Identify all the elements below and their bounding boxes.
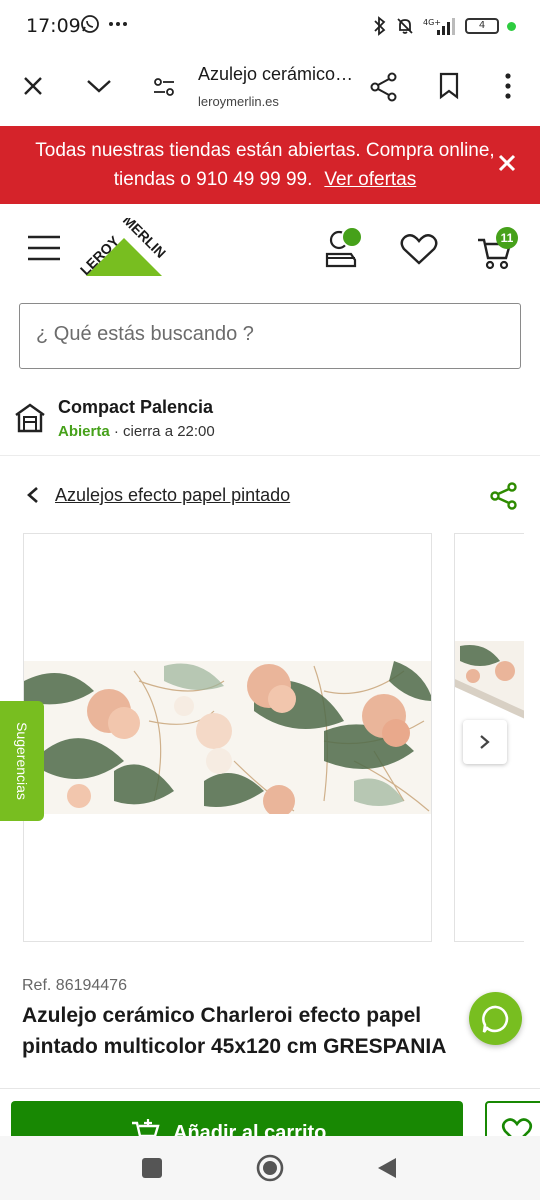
privacy-indicator-dot <box>507 21 516 31</box>
leroy-merlin-logo[interactable]: LEROY MERLIN <box>78 218 170 280</box>
chevron-down-icon[interactable] <box>86 78 112 94</box>
product-tile-image-angle <box>455 641 524 719</box>
browser-toolbar: Azulejo cerámico… leroymerlin.es <box>0 54 540 126</box>
promo-banner: Todas nuestras tiendas están abiertas. C… <box>0 126 540 204</box>
status-time: 17:09 <box>26 15 81 37</box>
bookmark-icon[interactable] <box>438 72 460 100</box>
tab-domain[interactable]: leroymerlin.es <box>198 94 279 109</box>
favorite-heart-icon <box>501 1118 533 1136</box>
store-name: Compact Palencia <box>58 397 214 417</box>
recent-apps-icon[interactable] <box>142 1158 162 1178</box>
account-button[interactable] <box>324 226 364 270</box>
promo-text: Todas nuestras tiendas están abiertas. C… <box>30 136 500 194</box>
store-icon <box>15 403 45 433</box>
chat-bubble-icon <box>482 1005 509 1033</box>
gallery-next-button[interactable] <box>463 720 507 764</box>
heart-icon[interactable] <box>400 233 438 265</box>
store-open-status: Abierta <box>58 423 110 440</box>
battery-icon: 4 <box>465 18 499 34</box>
breadcrumb[interactable]: Azulejos efecto papel pintado <box>55 485 290 506</box>
more-dots-icon <box>109 22 127 26</box>
store-hours: · cierra a 22:00 <box>109 423 215 440</box>
sugerencias-tab[interactable]: Sugerencias <box>0 701 44 821</box>
mute-bell-icon <box>397 18 413 34</box>
add-to-cart-label: Añadir al carrito <box>173 1122 327 1136</box>
share-product-icon[interactable] <box>490 482 518 510</box>
close-tab-icon[interactable] <box>23 76 43 96</box>
status-notification-icons <box>80 14 128 34</box>
hamburger-menu-icon[interactable] <box>27 234 61 262</box>
chevron-right-icon <box>480 735 490 749</box>
status-system-icons: 4G+ 4 <box>373 16 516 36</box>
product-title: Azulejo cerámico Charleroi efecto papel … <box>22 1000 522 1062</box>
close-icon[interactable] <box>496 152 518 174</box>
account-status-dot <box>341 226 363 248</box>
add-to-cart-bar: Añadir al carrito <box>0 1088 540 1136</box>
search-placeholder: ¿ Qué estás buscando ? <box>36 323 254 345</box>
share-icon[interactable] <box>370 72 398 102</box>
product-image-card[interactable] <box>23 533 432 942</box>
system-navigation-bar <box>0 1136 540 1200</box>
back-icon[interactable] <box>376 1156 398 1180</box>
add-to-favorites-button[interactable] <box>485 1101 540 1136</box>
promo-offers-link[interactable]: Ver ofertas <box>324 169 416 190</box>
svg-text:4G+: 4G+ <box>423 18 441 27</box>
sugerencias-label: Sugerencias <box>14 722 30 800</box>
store-status-line: Abierta · cierra a 22:00 <box>58 423 215 440</box>
cart-button[interactable]: 11 <box>476 227 524 272</box>
signal-icon: 4G+ <box>423 18 455 35</box>
product-title-line-2: pintado multicolor 45x120 cm GRESPANIA <box>22 1035 447 1058</box>
add-cart-icon <box>132 1119 160 1136</box>
product-ref: Ref. 86194476 <box>22 977 127 994</box>
tab-page-title[interactable]: Azulejo cerámico… <box>198 64 358 85</box>
promo-message: Todas nuestras tiendas están abiertas. C… <box>35 140 495 190</box>
chat-button[interactable] <box>469 992 522 1045</box>
site-header: LEROY MERLIN 11 <box>0 204 540 296</box>
search-input[interactable]: ¿ Qué estás buscando ? <box>19 303 521 369</box>
store-selector[interactable]: Compact Palencia Abierta · cierra a 22:0… <box>0 386 540 456</box>
overflow-menu-icon[interactable] <box>503 72 513 100</box>
product-title-line-1: Azulejo cerámico Charleroi efecto papel <box>22 1004 422 1027</box>
bluetooth-icon <box>374 16 386 36</box>
chevron-left-icon[interactable] <box>26 486 40 504</box>
home-icon[interactable] <box>256 1154 284 1182</box>
site-settings-icon[interactable] <box>152 76 176 98</box>
whatsapp-icon <box>81 15 99 33</box>
status-bar: 17:09 4G+ 4 <box>0 0 540 54</box>
add-to-cart-button[interactable]: Añadir al carrito <box>11 1101 463 1136</box>
product-tile-image <box>24 661 431 814</box>
cart-count-badge: 11 <box>496 227 518 249</box>
